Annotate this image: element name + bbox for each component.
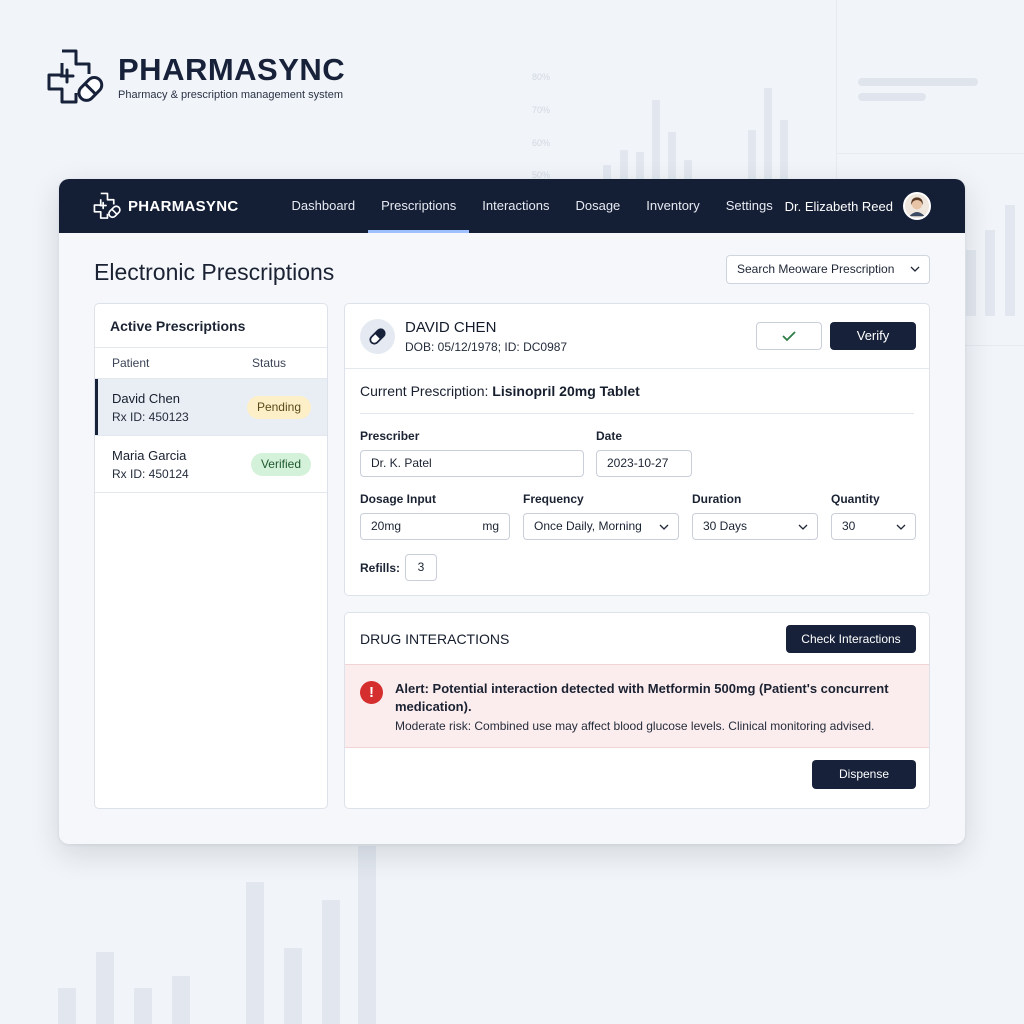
divider [360,413,914,414]
quantity-value: 30 [842,519,856,533]
date-field[interactable]: 2023-10-27 [596,450,692,477]
patient-name-heading: DAVID CHEN [405,319,497,336]
refills-label: Refills: [360,561,401,575]
brand-title: PHARMASYNC [118,51,346,87]
tab-prescriptions[interactable]: Prescriptions [368,179,470,233]
dosage-input[interactable]: 20mg mg [360,513,510,540]
duration-label: Duration [692,492,742,506]
prescription-card: DAVID CHEN DOB: 05/12/1978; ID: DC0987 V… [344,303,930,596]
tab-interactions[interactable]: Interactions [469,179,562,233]
table-row[interactable]: Maria Garcia Rx ID: 450124 Verified [95,436,327,493]
user-menu[interactable]: Dr. Elizabeth Reed [785,179,931,233]
tab-inventory[interactable]: Inventory [633,179,712,233]
alert-description: Moderate risk: Combined use may affect b… [395,719,875,733]
check-interactions-button[interactable]: Check Interactions [786,625,916,653]
app-window: PHARMASYNC Dashboard Prescriptions Inter… [59,179,965,844]
active-prescriptions-panel: Active Prescriptions Patient Status Davi… [94,303,328,809]
dosage-unit: mg [482,519,499,533]
bg-tick: 70% [532,105,551,115]
bg-tick: 80% [532,72,551,82]
refills-value: 3 [417,560,425,574]
interactions-title: DRUG INTERACTIONS [360,631,510,647]
quantity-label: Quantity [831,492,880,506]
current-prescription-drug: Lisinopril 20mg Tablet [492,383,640,399]
nav-logo[interactable]: PHARMASYNC [93,192,239,220]
confirm-check-button[interactable] [756,322,822,350]
status-badge: Pending [246,396,311,419]
current-prescription: Current Prescription: Lisinopril 20mg Ta… [360,383,640,399]
chevron-down-icon [798,524,808,530]
interaction-alert: ! Alert: Potential interaction detected … [345,664,929,748]
prescriber-label: Prescriber [360,429,420,443]
prescription-search-select[interactable]: Search Meoware Prescription [726,255,930,284]
bg-tick: 60% [532,138,551,148]
drug-interactions-card: DRUG INTERACTIONS Check Interactions ! A… [344,612,930,809]
pill-icon [369,328,386,345]
chevron-down-icon [896,524,906,530]
duration-value: 30 Days [703,519,748,533]
dosage-label: Dosage Input [360,492,437,506]
duration-select[interactable]: 30 Days [692,513,818,540]
brand-subtitle: Pharmacy & prescription management syste… [118,88,343,101]
dosage-value: 20mg [371,519,402,533]
user-name: Dr. Elizabeth Reed [784,198,893,214]
column-header-status: Status [252,356,287,370]
frequency-value: Once Daily, Morning [534,519,642,533]
brand-header: PHARMASYNC Pharmacy & prescription manag… [46,48,345,106]
verify-button[interactable]: Verify [830,322,916,350]
panel-title: Active Prescriptions [95,304,327,348]
alert-title: Alert: Potential interaction detected wi… [395,681,889,714]
status-badge: Verified [250,453,311,476]
date-value: 2023-10-27 [607,456,669,470]
pharmacy-cross-logo-icon [93,192,121,219]
pill-badge [360,319,395,354]
chevron-down-icon [659,524,669,530]
tab-dashboard[interactable]: Dashboard [279,179,369,233]
tab-settings[interactable]: Settings [713,179,786,233]
table-header: Patient Status [95,348,327,379]
dispense-button[interactable]: Dispense [812,760,916,789]
chevron-down-icon [910,266,920,272]
table-row[interactable]: David Chen Rx ID: 450123 Pending [95,379,327,436]
quantity-select[interactable]: 30 [831,513,916,540]
avatar[interactable] [903,192,931,220]
checkmark-icon [782,331,796,342]
page-title: Electronic Prescriptions [94,259,335,285]
nav-logo-text: PHARMASYNC [128,197,239,215]
top-navbar: PHARMASYNC Dashboard Prescriptions Inter… [59,179,965,233]
search-select-label: Search Meoware Prescription [737,262,895,276]
patient-dob-id: DOB: 05/12/1978; ID: DC0987 [405,340,568,354]
column-header-patient: Patient [112,356,150,370]
frequency-select[interactable]: Once Daily, Morning [523,513,679,540]
alert-exclamation-icon: ! [360,681,383,704]
pharmacy-cross-logo-icon [47,49,104,104]
current-prescription-label: Current Prescription: [360,383,493,399]
divider [345,368,929,369]
prescriber-field[interactable]: Dr. K. Patel [360,450,584,477]
tab-dosage[interactable]: Dosage [562,179,633,233]
prescriber-value: Dr. K. Patel [371,456,432,470]
refills-field[interactable]: 3 [405,554,437,581]
date-label: Date [596,429,623,443]
nav-tabs: Dashboard Prescriptions Interactions Dos… [279,179,786,233]
user-avatar-icon [905,194,929,218]
frequency-label: Frequency [523,492,584,506]
